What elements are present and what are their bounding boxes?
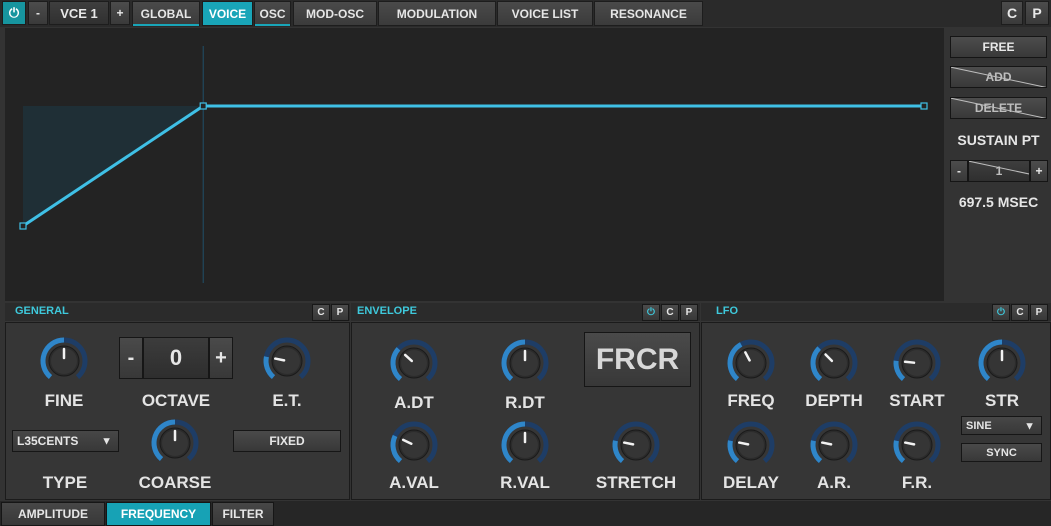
bottom-tab-bar: AMPLITUDE FREQUENCY FILTER [0,501,1051,526]
coarse-label: COARSE [138,473,212,492]
copy-button[interactable]: C [1001,1,1023,25]
lfo-sync-button[interactable]: SYNC [961,443,1042,462]
envelope-title: ENVELOPE [357,305,417,317]
str-knob[interactable] [977,338,1027,388]
depth-knob[interactable] [809,338,859,388]
octave-minus-button[interactable]: - [119,337,143,379]
delay-knob[interactable] [726,420,776,470]
start-knob[interactable] [892,338,942,388]
aval-label: A.VAL [389,473,439,492]
fixed-button[interactable]: FIXED [233,430,341,452]
envelope-point-1[interactable] [199,102,207,110]
lfo-shape-dropdown[interactable]: SINE ▼ [961,416,1042,435]
top-bar: ⏻ - VCE 1 + GLOBAL VOICE OSC MOD-OSC MOD… [0,0,1051,27]
stretch-label: STRETCH [595,473,677,492]
tab-osc[interactable]: OSC [254,1,291,26]
lfo-header: LFO ⏻ C P [701,303,1051,321]
envelope-header: ENVELOPE ⏻ C P [351,303,700,321]
stretch-knob[interactable] [611,420,661,470]
envelope-point-2[interactable] [920,102,928,110]
power-icon[interactable]: ⏻ [2,1,26,25]
rval-knob[interactable] [500,420,550,470]
general-copy-button[interactable]: C [312,304,330,321]
tab-amplitude[interactable]: AMPLITUDE [1,502,105,526]
coarse-knob[interactable] [150,418,200,468]
tab-mod-osc[interactable]: MOD-OSC [293,1,377,26]
octave-plus-button[interactable]: + [209,337,233,379]
chevron-down-icon: ▼ [1024,420,1035,433]
free-button[interactable]: FREE [950,36,1047,58]
envelope-edit-panel: FREE ADD DELETE SUSTAIN PT - 1 + 697.5 M… [946,28,1051,301]
type-dropdown-value: L35CENTS [17,434,79,448]
fine-label: FINE [44,391,84,410]
general-body: FINE - 0 + OCTAVE E.T. L35CENTS ▼ TYPE C… [5,322,350,500]
lfo-title: LFO [716,305,738,317]
tab-global[interactable]: GLOBAL [132,1,200,26]
fr-label: F.R. [901,473,933,492]
type-dropdown[interactable]: L35CENTS ▼ [12,430,119,452]
rdt-label: R.DT [505,393,545,412]
delete-point-button[interactable]: DELETE [950,97,1047,119]
paste-button[interactable]: P [1025,1,1049,25]
envelope-graph-canvas[interactable] [5,28,944,301]
general-section: GENERAL C P FINE - 0 + OCTAVE E.T. L35CE… [5,303,350,500]
voice-next-button[interactable]: + [110,1,130,25]
lfo-body: FREQ DEPTH START STR SINE ▼ SYNC DELAY A… [701,322,1051,500]
octave-label: OCTAVE [141,391,211,410]
rval-label: R.VAL [500,473,550,492]
sustain-point-value[interactable]: 1 [968,160,1030,182]
sustain-plus-button[interactable]: + [1030,160,1048,182]
adt-knob[interactable] [389,338,439,388]
tab-frequency[interactable]: FREQUENCY [106,502,211,526]
time-readout: 697.5 MSEC [958,194,1039,210]
tab-modulation[interactable]: MODULATION [378,1,496,26]
sustain-minus-button[interactable]: - [950,160,968,182]
et-knob[interactable] [262,336,312,386]
frcr-button[interactable]: FRCR [584,332,691,387]
ar-knob[interactable] [809,420,859,470]
sustain-point-label: SUSTAIN PT [957,132,1040,148]
et-label: E.T. [272,391,302,410]
str-label: STR [985,391,1019,410]
tab-voice-list[interactable]: VOICE LIST [497,1,593,26]
freq-knob[interactable] [726,338,776,388]
envelope-body: A.DT R.DT FRCR A.VAL R.VAL STRETCH [351,322,700,500]
envelope-paste-button[interactable]: P [680,304,698,321]
lfo-paste-button[interactable]: P [1030,304,1048,321]
envelope-section: ENVELOPE ⏻ C P A.DT R.DT FRCR A.VAL R.VA… [351,303,700,500]
tab-resonance[interactable]: RESONANCE [594,1,703,26]
adt-label: A.DT [394,393,434,412]
rdt-knob[interactable] [500,338,550,388]
voice-prev-button[interactable]: - [28,1,48,25]
general-header: GENERAL C P [5,303,350,321]
general-paste-button[interactable]: P [331,304,349,321]
lfo-copy-button[interactable]: C [1011,304,1029,321]
add-point-button[interactable]: ADD [950,66,1047,88]
fine-knob[interactable] [39,336,89,386]
lfo-power-icon[interactable]: ⏻ [992,304,1010,321]
fr-knob[interactable] [892,420,942,470]
lfo-shape-value: SINE [966,419,992,432]
envelope-graph[interactable] [5,28,944,301]
aval-knob[interactable] [389,420,439,470]
envelope-point-0[interactable] [19,222,27,230]
chevron-down-icon: ▼ [101,435,112,448]
tab-voice[interactable]: VOICE [202,1,253,26]
envelope-copy-button[interactable]: C [661,304,679,321]
tab-filter[interactable]: FILTER [212,502,274,526]
envelope-power-icon[interactable]: ⏻ [642,304,660,321]
voice-selector[interactable]: VCE 1 [49,1,109,25]
octave-value[interactable]: 0 [143,337,209,379]
lfo-section: LFO ⏻ C P FREQ DEPTH START STR SINE ▼ SY… [701,303,1051,500]
type-label: TYPE [42,473,88,492]
general-title: GENERAL [15,305,69,317]
